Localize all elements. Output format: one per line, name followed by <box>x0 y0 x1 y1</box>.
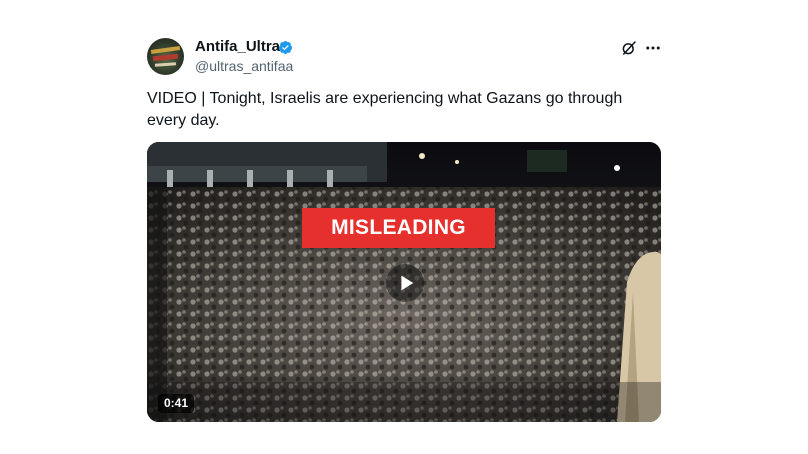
verified-badge-icon <box>278 40 293 55</box>
more-options-icon[interactable] <box>644 39 662 57</box>
video-duration: 0:41 <box>158 394 195 413</box>
author-handle[interactable]: @ultras_antifaa <box>195 58 293 75</box>
tweet-text: VIDEO | Tonight, Israelis are experienci… <box>147 90 623 129</box>
grok-icon[interactable] <box>620 39 638 57</box>
avatar[interactable] <box>147 38 184 75</box>
play-button[interactable] <box>386 264 424 302</box>
author-display-name[interactable]: Antifa_Ultras <box>195 38 288 56</box>
misleading-label: MISLEADING <box>302 208 495 248</box>
play-icon <box>401 275 414 291</box>
tweet-card: Antifa_Ultras @ultras_antifaa VIDEO | To… <box>0 0 808 454</box>
video-player[interactable]: MISLEADING 0:41 <box>147 142 661 422</box>
